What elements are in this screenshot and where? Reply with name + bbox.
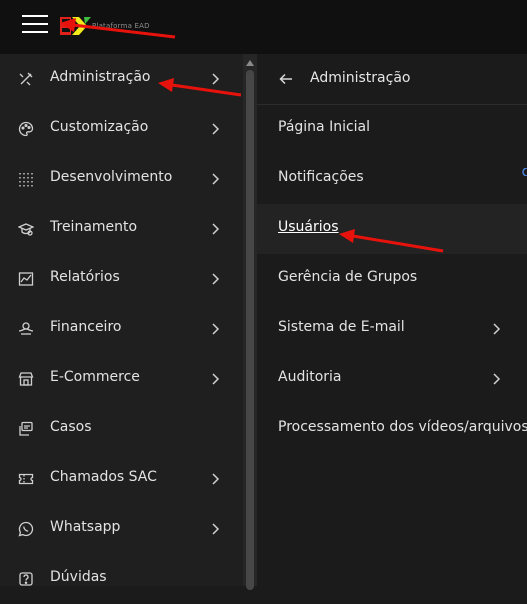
submenu-item-notificacoes[interactable]: Notificações (257, 154, 527, 204)
submenu-item-label: Sistema de E-mail (278, 319, 405, 335)
submenu-item-pagina-inicial[interactable]: Página Inicial (257, 104, 527, 154)
tools-icon (19, 72, 33, 86)
sidebar-item-label: Administração (50, 69, 151, 85)
submenu-item-label: Usuários (278, 219, 339, 235)
submenu-item-auditoria[interactable]: Auditoria (257, 354, 527, 404)
cases-icon (19, 421, 33, 436)
training-icon (18, 223, 34, 236)
chevron-right-icon (493, 373, 501, 385)
sidebar-item-chamados-sac[interactable]: Chamados SAC (0, 454, 243, 504)
money-icon (18, 322, 34, 335)
submenu-item-processamento[interactable]: Processamento dos vídeos/arquivos (257, 404, 527, 454)
sidebar-item-label: Treinamento (50, 219, 138, 235)
submenu-item-gerencia-de-grupos[interactable]: Gerência de Grupos (257, 254, 527, 304)
sidebar-item-label: Chamados SAC (50, 469, 157, 485)
main-sidebar: Administração Customização Desenvolvimen… (0, 54, 243, 586)
sidebar-item-casos[interactable]: Casos (0, 404, 243, 454)
submenu-item-label: Auditoria (278, 369, 342, 385)
sidebar-item-administracao[interactable]: Administração (0, 54, 243, 104)
sidebar-item-treinamento[interactable]: Treinamento (0, 204, 243, 254)
top-bar: Plataforma EAD (0, 0, 527, 54)
ticket-icon (18, 473, 34, 485)
sidebar-item-label: Casos (50, 419, 92, 435)
sidebar-item-whatsapp[interactable]: Whatsapp (0, 504, 243, 554)
submenu-panel: Administração Página Inicial Notificaçõe… (257, 54, 527, 586)
submenu-header: Administração (257, 54, 527, 105)
submenu-item-usuarios[interactable]: Usuários (257, 204, 527, 254)
help-icon (19, 572, 33, 586)
scroll-up-arrow-icon[interactable] (246, 60, 254, 66)
chevron-right-icon (212, 273, 220, 285)
sidebar-item-label: Whatsapp (50, 519, 121, 535)
sidebar-item-label: Relatórios (50, 269, 120, 285)
edge-indicator (522, 168, 527, 176)
sidebar-item-duvidas[interactable]: Dúvidas (0, 554, 243, 604)
submenu-item-sistema-de-email[interactable]: Sistema de E-mail (257, 304, 527, 354)
chevron-right-icon (212, 123, 220, 135)
chevron-right-icon (212, 73, 220, 85)
sidebar-item-label: Desenvolvimento (50, 169, 173, 185)
sidebar-item-label: Dúvidas (50, 569, 107, 585)
sidebar-item-desenvolvimento[interactable]: Desenvolvimento (0, 154, 243, 204)
sidebar-item-label: E-Commerce (50, 369, 140, 385)
sidebar-scrollbar[interactable] (243, 54, 257, 590)
chevron-right-icon (493, 323, 501, 335)
whatsapp-icon (18, 521, 34, 537)
logo-text: Plataforma EAD (92, 22, 150, 30)
chevron-right-icon (212, 173, 220, 185)
submenu-title: Administração (310, 70, 411, 86)
chart-icon (18, 272, 34, 286)
palette-icon (18, 121, 34, 137)
chevron-right-icon (212, 223, 220, 235)
sidebar-item-relatorios[interactable]: Relatórios (0, 254, 243, 304)
scrollbar-thumb[interactable] (246, 70, 254, 590)
sidebar-item-label: Customização (50, 119, 149, 135)
chevron-right-icon (212, 473, 220, 485)
chevron-right-icon (212, 373, 220, 385)
store-icon (18, 372, 34, 386)
submenu-item-label: Página Inicial (278, 119, 371, 135)
chevron-right-icon (212, 323, 220, 335)
sidebar-item-financeiro[interactable]: Financeiro (0, 304, 243, 354)
submenu-item-label: Processamento dos vídeos/arquivos (278, 419, 527, 435)
sidebar-item-customizacao[interactable]: Customização (0, 104, 243, 154)
submenu-item-label: Notificações (278, 169, 364, 185)
chevron-right-icon (212, 523, 220, 535)
hamburger-menu-icon[interactable] (22, 15, 48, 37)
submenu-item-label: Gerência de Grupos (278, 269, 418, 285)
dev-grid-icon (19, 173, 33, 187)
sidebar-item-label: Financeiro (50, 319, 122, 335)
sidebar-item-ecommerce[interactable]: E-Commerce (0, 354, 243, 404)
arrow-left-icon[interactable] (279, 72, 293, 86)
